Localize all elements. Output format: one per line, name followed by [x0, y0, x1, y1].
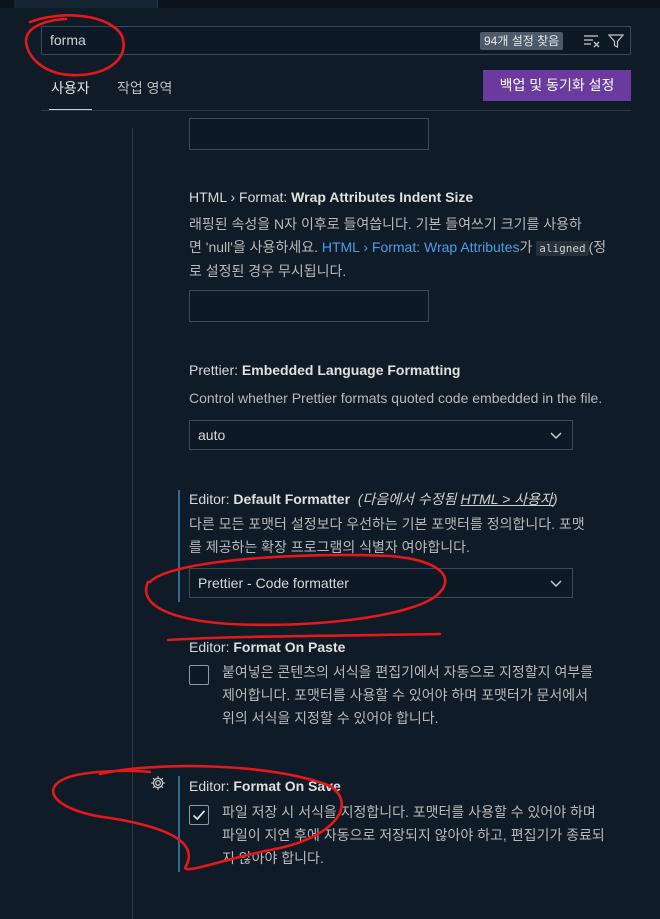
- setting-name: Embedded Language Formatting: [241, 362, 461, 378]
- toc-divider: [132, 128, 133, 919]
- setting-description-format-on-save: 파일 저장 시 서식을 지정합니다. 포맷터를 사용할 수 있어야 하며 파일이…: [222, 801, 605, 870]
- focus-indicator: [178, 776, 180, 872]
- setting-description-wrap-indent: 래핑된 속성을 N자 이후로 들여씁니다. 기본 들여쓰기 크기를 사용하 면 …: [189, 213, 660, 283]
- tab-separator: [157, 0, 158, 8]
- search-result-count: 94개 설정 찾음: [480, 32, 564, 50]
- aligned-code: aligned: [536, 241, 589, 256]
- setting-category: Editor:: [189, 491, 234, 507]
- modified-in-link[interactable]: HTML > 사용자: [460, 491, 552, 507]
- setting-name: Format On Paste: [233, 639, 346, 655]
- wrap-indent-input[interactable]: [189, 290, 429, 322]
- select-value: auto: [198, 427, 226, 443]
- desc-line: 위의 서식을 지정할 수 있어야 합니다.: [222, 710, 439, 726]
- clear-filter-icon[interactable]: [583, 33, 601, 49]
- desc-line: 면 'null'을 사용하세요. HTML › Format: Wrap Att…: [189, 236, 660, 260]
- format-on-save-checkbox[interactable]: [189, 805, 209, 825]
- select-value: Prettier - Code formatter: [198, 575, 349, 591]
- modified-prefix: (다음에서 수정됨: [357, 491, 461, 507]
- setting-name: Wrap Attributes Indent Size: [291, 189, 474, 205]
- desc-line: 지 않아야 합니다.: [222, 850, 324, 866]
- setting-category: Prettier:: [189, 362, 242, 378]
- setting-title-wrap-indent: HTML › Format: Wrap Attributes Indent Si…: [189, 189, 473, 205]
- filter-icon[interactable]: [608, 33, 624, 49]
- tab-user[interactable]: 사용자: [49, 78, 92, 110]
- setting-name: Format On Save: [233, 778, 341, 794]
- setting-category: Editor:: [189, 639, 234, 655]
- previous-setting-input[interactable]: [189, 118, 429, 150]
- tab-workspace[interactable]: 작업 영역: [117, 78, 172, 98]
- modified-in-label: (다음에서 수정됨 HTML > 사용자): [358, 491, 558, 507]
- setting-title-prettier-embedded: Prettier: Embedded Language Formatting: [189, 362, 460, 378]
- check-icon: [192, 810, 206, 821]
- setting-category: Editor:: [189, 778, 234, 794]
- default-formatter-select[interactable]: Prettier - Code formatter: [189, 568, 573, 598]
- desc-line: 제어합니다. 포맷터를 사용할 수 있어야 하며 포맷터가 문서에서: [222, 687, 588, 703]
- backup-sync-button[interactable]: 백업 및 동기화 설정: [483, 70, 631, 101]
- desc-line: 붙여넣은 콘텐츠의 서식을 편집기에서 자동으로 지정할지 여부를: [222, 664, 594, 680]
- setting-title-format-on-save: Editor: Format On Save: [189, 778, 341, 794]
- setting-title-format-on-paste: Editor: Format On Paste: [189, 639, 345, 655]
- setting-category: HTML › Format:: [189, 189, 292, 205]
- desc-line: 로 설정된 경우 무시됩니다.: [189, 263, 347, 279]
- desc-line: 다른 모든 포맷터 설정보다 우선하는 기본 포맷터를 정의합니다. 포맷: [189, 516, 585, 532]
- search-input[interactable]: forma: [50, 32, 86, 48]
- desc-line: 파일 저장 시 서식을 지정합니다. 포맷터를 사용할 수 있어야 하며: [222, 804, 596, 820]
- format-on-paste-checkbox[interactable]: [189, 665, 209, 685]
- setting-name: Default Formatter: [233, 491, 351, 507]
- desc-text: (정: [588, 239, 607, 255]
- modified-indicator: [178, 490, 180, 602]
- chevron-down-icon: [550, 432, 562, 440]
- settings-editor-tab[interactable]: [14, 0, 157, 8]
- setting-description-prettier-embedded: Control whether Prettier formats quoted …: [189, 390, 603, 406]
- desc-line: 를 제공하는 확장 프로그램의 식별자 여야합니다.: [189, 539, 470, 555]
- setting-description-format-on-paste: 붙여넣은 콘텐츠의 서식을 편집기에서 자동으로 지정할지 여부를 제어합니다.…: [222, 661, 593, 730]
- desc-text: 면 'null'을 사용하세요.: [189, 239, 322, 255]
- setting-description-default-formatter: 다른 모든 포맷터 설정보다 우선하는 기본 포맷터를 정의합니다. 포맷 를 …: [189, 513, 660, 559]
- desc-line: 래핑된 속성을 N자 이후로 들여씁니다. 기본 들여쓰기 크기를 사용하: [189, 216, 582, 232]
- modified-suffix: ): [552, 491, 558, 507]
- embedded-formatting-select[interactable]: auto: [189, 420, 573, 450]
- editor-tab-strip: [0, 0, 660, 8]
- wrap-attributes-link[interactable]: HTML › Format: Wrap Attributes: [322, 239, 520, 255]
- settings-search-box[interactable]: forma 94개 설정 찾음: [41, 26, 631, 55]
- setting-title-default-formatter: Editor: Default Formatter (다음에서 수정됨 HTML…: [189, 489, 558, 509]
- chevron-down-icon: [550, 580, 562, 588]
- gear-icon[interactable]: [150, 775, 166, 791]
- desc-line: 파일이 지연 후에 자동으로 저장되지 않아야 하고, 편집기가 종료되: [222, 827, 605, 843]
- desc-text: 가: [519, 239, 537, 255]
